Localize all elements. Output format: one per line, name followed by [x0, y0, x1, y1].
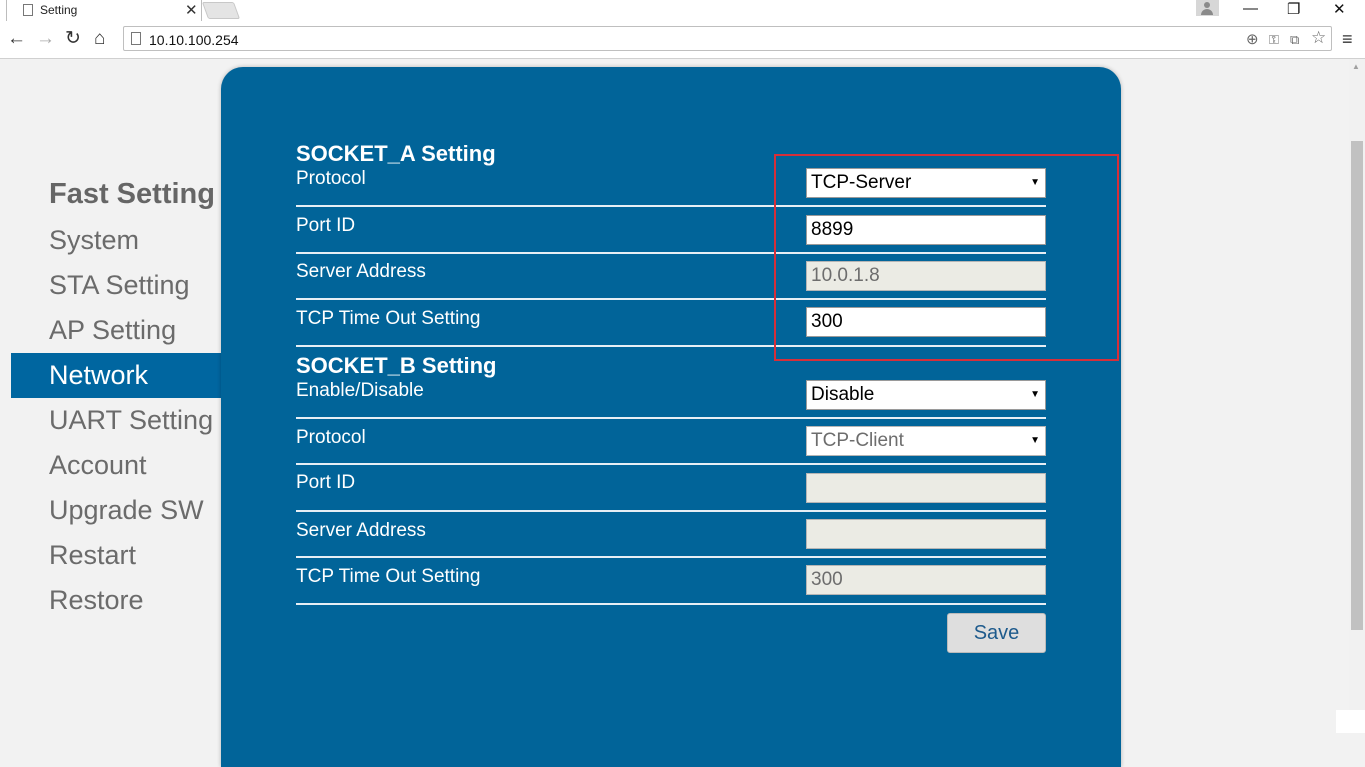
socket-b-title: SOCKET_B Setting: [296, 353, 497, 378]
scroll-up-icon[interactable]: ▲: [1352, 62, 1360, 71]
socket-b-server-input: [806, 519, 1046, 549]
socket-a-server-label: Server Address: [296, 261, 426, 282]
sidebar-item-sta-setting[interactable]: STA Setting: [11, 263, 221, 308]
socket-a-title: SOCKET_A Setting: [296, 141, 496, 166]
minimize-button[interactable]: —: [1243, 0, 1258, 17]
sidebar-item-network[interactable]: Network: [11, 353, 221, 398]
scrollbar-thumb[interactable]: [1351, 141, 1363, 630]
socket-b-port-row: Port ID: [296, 465, 1046, 512]
address-bar[interactable]: 10.10.100.254 ⊕ ⚿ ⧉ ☆: [123, 26, 1332, 51]
socket-a-protocol-label: Protocol: [296, 168, 366, 189]
socket-a-timeout-label: TCP Time Out Setting: [296, 308, 481, 329]
new-tab-button[interactable]: [201, 2, 241, 19]
sidebar-item-account[interactable]: Account: [11, 443, 221, 488]
socket-b-protocol-select: TCP-Client ▼: [806, 426, 1046, 456]
socket-b-port-label: Port ID: [296, 472, 356, 493]
tab-title: Setting: [40, 3, 78, 17]
sidebar-item-restart[interactable]: Restart: [11, 533, 221, 578]
socket-b-enable-row: Enable/Disable Disable ▼: [296, 377, 1046, 419]
sidebar-item-system[interactable]: System: [11, 218, 221, 263]
socket-b-enable-select[interactable]: Disable ▼: [806, 380, 1046, 410]
socket-b-protocol-label: Protocol: [296, 427, 366, 448]
window-close-button[interactable]: ✕: [1333, 0, 1346, 18]
url-text: 10.10.100.254: [149, 32, 239, 48]
sidebar-item-fast-setting[interactable]: Fast Setting: [11, 170, 221, 218]
back-icon[interactable]: ←: [7, 28, 26, 50]
socket-b-timeout-row: TCP Time Out Setting 300: [296, 558, 1046, 605]
scrollbar-corner: [1336, 710, 1365, 733]
socket-b-protocol-row: Protocol TCP-Client ▼: [296, 419, 1046, 465]
browser-toolbar: ← → ↻ ⌂ 10.10.100.254 ⊕ ⚿ ⧉ ☆ ≡: [0, 21, 1365, 59]
sidebar-item-restore[interactable]: Restore: [11, 578, 221, 623]
sidebar-item-uart-setting[interactable]: UART Setting: [11, 398, 221, 443]
socket-b-enable-label: Enable/Disable: [296, 380, 424, 401]
sidebar-nav: Fast Setting System STA Setting AP Setti…: [11, 170, 221, 623]
star-icon[interactable]: ☆: [1311, 28, 1326, 48]
home-icon[interactable]: ⌂: [94, 28, 105, 50]
translate-icon[interactable]: ⧉: [1290, 32, 1299, 48]
socket-b-protocol-value: TCP-Client: [811, 430, 904, 451]
socket-b-server-row: Server Address: [296, 512, 1046, 558]
tab-close-icon[interactable]: ✕: [185, 1, 198, 19]
sidebar-item-upgrade-sw[interactable]: Upgrade SW: [11, 488, 221, 533]
socket-a-port-label: Port ID: [296, 215, 356, 236]
restore-button[interactable]: ❐: [1287, 0, 1300, 18]
page-icon: [23, 4, 33, 16]
browser-tab[interactable]: Setting ✕: [6, 0, 202, 21]
browser-tabbar: Setting ✕ — ❐ ✕: [0, 0, 1365, 21]
socket-b-enable-value: Disable: [811, 384, 875, 405]
socket-b-server-label: Server Address: [296, 520, 426, 541]
menu-icon[interactable]: ≡: [1342, 29, 1353, 50]
save-button[interactable]: Save: [947, 613, 1046, 653]
chevron-down-icon: ▼: [1030, 435, 1040, 446]
socket-b-timeout-label: TCP Time Out Setting: [296, 566, 481, 587]
forward-icon[interactable]: →: [36, 28, 55, 50]
highlight-box: [774, 154, 1119, 361]
sidebar-item-ap-setting[interactable]: AP Setting: [11, 308, 221, 353]
socket-b-timeout-input: 300: [806, 565, 1046, 595]
zoom-icon[interactable]: ⊕: [1246, 30, 1259, 48]
user-icon[interactable]: [1196, 0, 1219, 16]
key-icon[interactable]: ⚿: [1269, 32, 1279, 48]
network-settings-panel: SOCKET_A Setting Protocol TCP-Server ▼ P…: [221, 67, 1121, 767]
reload-icon[interactable]: ↻: [65, 28, 81, 50]
chevron-down-icon: ▼: [1030, 389, 1040, 400]
page-icon: [131, 32, 141, 45]
socket-b-port-input: [806, 473, 1046, 503]
